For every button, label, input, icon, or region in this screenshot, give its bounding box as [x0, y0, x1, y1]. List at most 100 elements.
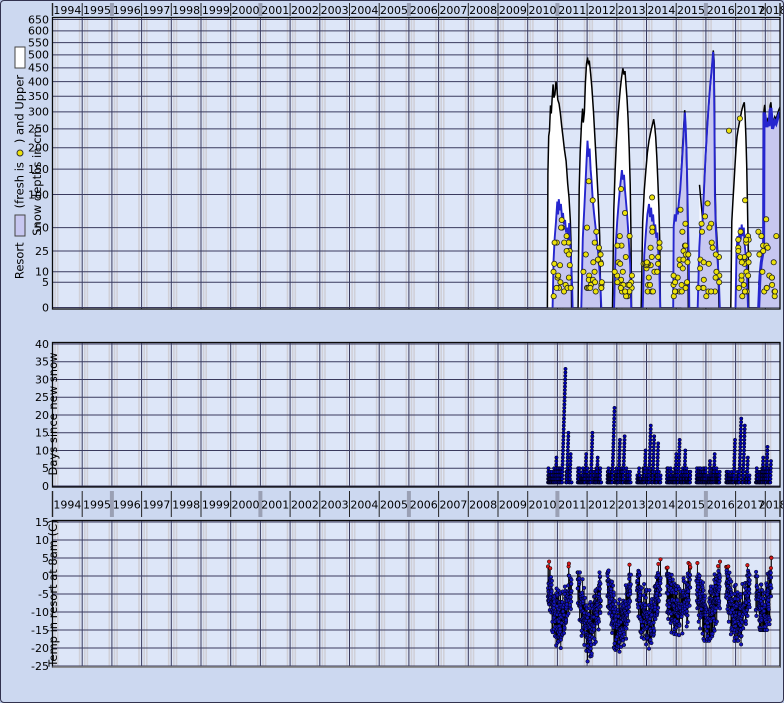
fresh-snow-dot [707, 225, 712, 230]
days-dot [563, 399, 566, 402]
days-dot [732, 470, 735, 473]
temp-cold-dot [652, 621, 656, 625]
snow-axis-upper-label: ) and Upper [13, 75, 27, 143]
days-dot [568, 477, 571, 480]
fresh-snow-dot [623, 254, 628, 259]
days-dot [765, 459, 768, 462]
days-dot [570, 481, 573, 484]
days-dot [688, 477, 691, 480]
days-dot [637, 470, 640, 473]
temp-cold-dot [658, 593, 662, 597]
chart-canvas: 6506005505004504003503002502001501005025… [1, 1, 784, 703]
days-dot [590, 463, 593, 466]
days-dot [591, 438, 594, 441]
year-label: 1999 [202, 499, 230, 512]
temp-warm-dot [659, 558, 663, 562]
days-dot [563, 396, 566, 399]
year-label: 2007 [439, 4, 467, 17]
month-stripe [292, 18, 294, 310]
temp-cold-dot [656, 610, 660, 614]
temp-cold-dot [550, 590, 554, 594]
days-dot [622, 449, 625, 452]
month-stripe [114, 18, 116, 310]
days-dot [742, 449, 745, 452]
days-dot [742, 459, 745, 462]
temp-cold-dot [748, 605, 752, 609]
days-dot [561, 474, 564, 477]
year-label: 2009 [499, 4, 527, 17]
days-dot [564, 367, 567, 370]
days-dot [656, 456, 659, 459]
fresh-snow-dot [770, 282, 775, 287]
year-label: 2015 [677, 499, 705, 512]
month-stripe [79, 18, 81, 310]
temp-cold-dot [589, 647, 593, 651]
temp-cold-dot [648, 588, 652, 592]
year-label: 1995 [83, 499, 111, 512]
temp-warm-dot [727, 565, 731, 569]
days-dot [612, 449, 615, 452]
temp-cold-dot [564, 619, 568, 623]
fresh-snow-dot [696, 285, 701, 290]
days-dot [566, 442, 569, 445]
days-dot [669, 467, 672, 470]
fresh-snow-dot [556, 273, 561, 278]
days-dot [607, 467, 610, 470]
snow-axis-resort-label: Resort [13, 242, 27, 279]
days-dot [598, 470, 601, 473]
days-dot [618, 445, 621, 448]
fresh-snow-dot [698, 266, 703, 271]
days-dot [769, 463, 772, 466]
days-dot [562, 420, 565, 423]
fresh-snow-dot [717, 280, 722, 285]
temp-cold-dot [769, 571, 773, 575]
temp-cold-dot [770, 586, 774, 590]
year-label: 2012 [588, 499, 616, 512]
fresh-snow-dot [583, 252, 588, 257]
fresh-snow-dot [709, 240, 714, 245]
days-dot [738, 452, 741, 455]
days-dot [618, 438, 621, 441]
month-stripe [465, 18, 467, 310]
days-dot [584, 463, 587, 466]
fresh-snow-dot-icon [16, 149, 23, 156]
days-dot [600, 481, 603, 484]
temp-cold-dot [636, 579, 640, 583]
year-label: 2002 [291, 499, 319, 512]
days-dot [561, 459, 564, 462]
fresh-snow-dot [644, 260, 649, 265]
fresh-snow-dot [568, 285, 573, 290]
days-dot [739, 428, 742, 431]
fresh-snow-dot [629, 273, 634, 278]
tick-label: 0 [42, 301, 49, 314]
days-dot [738, 463, 741, 466]
temp-cold-dot [748, 582, 752, 586]
days-dot [547, 467, 550, 470]
days-dot [612, 442, 615, 445]
days-dot [732, 467, 735, 470]
fresh-snow-dot [680, 266, 685, 271]
temp-cold-dot [718, 579, 722, 583]
days-dot [677, 459, 680, 462]
temp-cold-dot [569, 600, 573, 604]
days-dot [656, 449, 659, 452]
temp-cold-dot [569, 607, 573, 611]
temp-cold-dot [755, 614, 759, 618]
year-label: 2000 [232, 499, 260, 512]
month-stripe [205, 18, 207, 310]
days-dot [733, 449, 736, 452]
month-stripe [227, 18, 229, 310]
days-dot [739, 431, 742, 434]
temp-cold-dot [654, 617, 658, 621]
temp-cold-dot [688, 604, 692, 608]
temp-cold-dot [580, 634, 584, 638]
fresh-snow-dot [656, 254, 661, 259]
temp-cold-dot [698, 627, 702, 631]
fresh-snow-dot [736, 248, 741, 253]
days-dot [586, 467, 589, 470]
month-stripe [54, 18, 56, 310]
temp-cold-dot [717, 599, 721, 603]
temp-cold-dot [583, 596, 587, 600]
month-stripe [265, 18, 267, 310]
temp-cold-dot [639, 590, 643, 594]
